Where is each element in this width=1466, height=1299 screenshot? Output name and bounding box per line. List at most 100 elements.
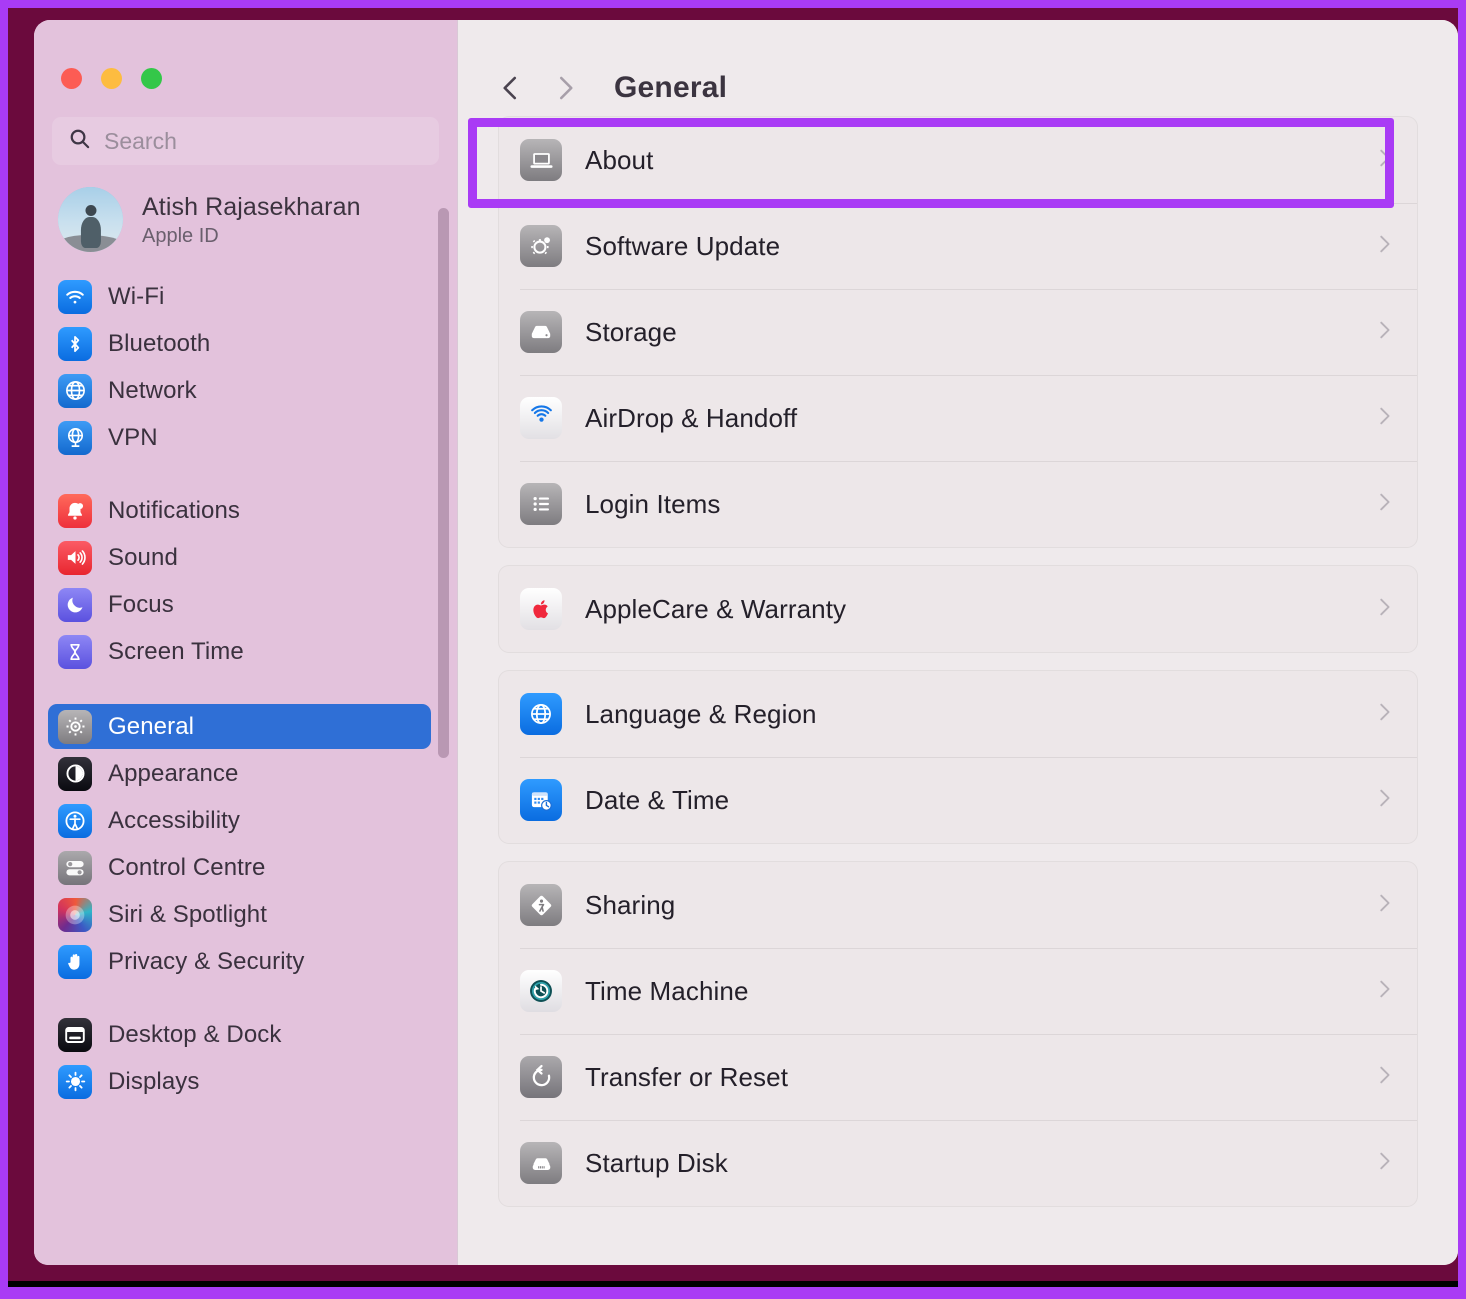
row-airdrop-and-handoff[interactable]: AirDrop & Handoff: [499, 375, 1417, 461]
sharing-icon: [520, 884, 562, 926]
row-storage[interactable]: Storage: [499, 289, 1417, 375]
sidebar-item-wi-fi[interactable]: Wi-Fi: [48, 274, 431, 319]
hand-icon: [58, 944, 92, 979]
chevron-right-icon: [559, 76, 573, 100]
row-time-machine[interactable]: Time Machine: [499, 948, 1417, 1034]
chevron-left-icon: [503, 76, 517, 100]
settings-card: Language & Region Date & Time: [498, 670, 1418, 844]
forward-button[interactable]: [538, 61, 592, 115]
sidebar-item-screen-time[interactable]: Screen Time: [48, 629, 431, 674]
account-subtitle: Apple ID: [142, 224, 219, 247]
sidebar-item-label: Screen Time: [108, 637, 244, 665]
chevron-right-icon: [1373, 1150, 1395, 1177]
row-label: Startup Disk: [585, 1147, 728, 1178]
chevron-right-icon: [1373, 1064, 1395, 1091]
gear-icon: [58, 709, 92, 744]
apple-id-account-row[interactable]: Atish Rajasekharan Apple ID: [34, 165, 457, 252]
sidebar-item-control-centre[interactable]: Control Centre: [48, 845, 431, 890]
row-startup-disk[interactable]: Startup Disk: [499, 1120, 1417, 1206]
sidebar-item-network[interactable]: Network: [48, 368, 431, 413]
row-language-and-region[interactable]: Language & Region: [499, 671, 1417, 757]
sidebar-item-label: Network: [108, 376, 197, 404]
avatar: [58, 187, 123, 252]
row-label: AppleCare & Warranty: [585, 593, 847, 624]
calendar-clock-icon: [520, 779, 562, 821]
speaker-icon: [58, 540, 92, 575]
sidebar-item-label: Privacy & Security: [108, 947, 305, 975]
appearance-icon: [58, 756, 92, 791]
row-applecare-and-warranty[interactable]: AppleCare & Warranty: [499, 566, 1417, 652]
sidebar-item-label: Appearance: [108, 759, 239, 787]
chevron-right-icon: [1373, 978, 1395, 1005]
sidebar-item-label: Notifications: [108, 496, 241, 524]
sidebar-item-desktop-and-dock[interactable]: Desktop & Dock: [48, 1012, 431, 1057]
sidebar-item-appearance[interactable]: Appearance: [48, 751, 431, 796]
back-button[interactable]: [484, 61, 538, 115]
window-traffic-lights: [34, 20, 457, 89]
sidebar-item-notifications[interactable]: Notifications: [48, 488, 431, 533]
row-login-items[interactable]: Login Items: [499, 461, 1417, 547]
row-label: Software Update: [585, 230, 781, 261]
sidebar-item-siri-and-spotlight[interactable]: Siri & Spotlight: [48, 892, 431, 937]
reset-icon: [520, 1056, 562, 1098]
minimize-button[interactable]: [101, 68, 122, 89]
sidebar-item-label: Bluetooth: [108, 329, 211, 357]
row-software-update[interactable]: Software Update: [499, 203, 1417, 289]
chevron-right-icon: [1373, 596, 1395, 623]
row-label: Transfer or Reset: [585, 1061, 789, 1092]
sidebar-item-label: Accessibility: [108, 806, 240, 834]
row-date-and-time[interactable]: Date & Time: [499, 757, 1417, 843]
chevron-right-icon: [1373, 491, 1395, 518]
close-button[interactable]: [61, 68, 82, 89]
sidebar-group-network: Wi-Fi Bluetooth Network VPN: [34, 274, 457, 460]
sidebar-item-label: Focus: [108, 590, 174, 618]
sidebar-item-focus[interactable]: Focus: [48, 582, 431, 627]
desktop-dock-icon: [58, 1017, 92, 1052]
apple-logo-icon: [520, 588, 562, 630]
zoom-button[interactable]: [141, 68, 162, 89]
sidebar-group-desktop: Desktop & Dock Displays: [34, 1012, 457, 1104]
row-about[interactable]: About: [499, 117, 1417, 203]
row-label: Storage: [585, 316, 677, 347]
sidebar-item-sound[interactable]: Sound: [48, 535, 431, 580]
row-label: Time Machine: [585, 975, 749, 1006]
settings-card: Sharing Time Machine Transfer or Reset S…: [498, 861, 1418, 1207]
sidebar-item-label: Siri & Spotlight: [108, 900, 268, 928]
sidebar: Atish Rajasekharan Apple ID Wi-Fi: [34, 20, 458, 1265]
wifi-icon: [58, 279, 92, 314]
laptop-icon: [520, 139, 562, 181]
sidebar-item-vpn[interactable]: VPN: [48, 415, 431, 460]
row-transfer-or-reset[interactable]: Transfer or Reset: [499, 1034, 1417, 1120]
account-name: Atish Rajasekharan: [142, 192, 361, 221]
moon-icon: [58, 587, 92, 622]
sidebar-group-system: General Appearance Accessibility Control…: [34, 704, 457, 984]
login-items-icon: [520, 483, 562, 525]
sidebar-item-bluetooth[interactable]: Bluetooth: [48, 321, 431, 366]
bottom-edge: [8, 1281, 1458, 1287]
sidebar-item-label: Displays: [108, 1067, 200, 1095]
sidebar-item-label: Wi-Fi: [108, 282, 165, 310]
chevron-right-icon: [1373, 405, 1395, 432]
sidebar-item-displays[interactable]: Displays: [48, 1059, 431, 1104]
system-settings-window: Atish Rajasekharan Apple ID Wi-Fi: [34, 20, 1458, 1265]
airdrop-icon: [520, 397, 562, 439]
sidebar-item-general[interactable]: General: [48, 704, 431, 749]
chevron-right-icon: [1373, 701, 1395, 728]
hourglass-icon: [58, 634, 92, 669]
sidebar-item-privacy-and-security[interactable]: Privacy & Security: [48, 939, 431, 984]
sidebar-item-label: Desktop & Dock: [108, 1020, 282, 1048]
row-label: AirDrop & Handoff: [585, 402, 798, 433]
accessibility-icon: [58, 803, 92, 838]
time-machine-icon: [520, 970, 562, 1012]
row-sharing[interactable]: Sharing: [499, 862, 1417, 948]
search-field[interactable]: [52, 117, 439, 165]
settings-groups: About Software Update Storage AirDrop & …: [458, 116, 1458, 1207]
sidebar-item-accessibility[interactable]: Accessibility: [48, 798, 431, 843]
sidebar-item-label: General: [108, 712, 195, 740]
chevron-right-icon: [1373, 319, 1395, 346]
bell-icon: [58, 493, 92, 528]
startup-disk-icon: [520, 1142, 562, 1184]
sidebar-scrollbar[interactable]: [438, 208, 449, 758]
search-input[interactable]: [104, 127, 423, 155]
chevron-right-icon: [1373, 233, 1395, 260]
